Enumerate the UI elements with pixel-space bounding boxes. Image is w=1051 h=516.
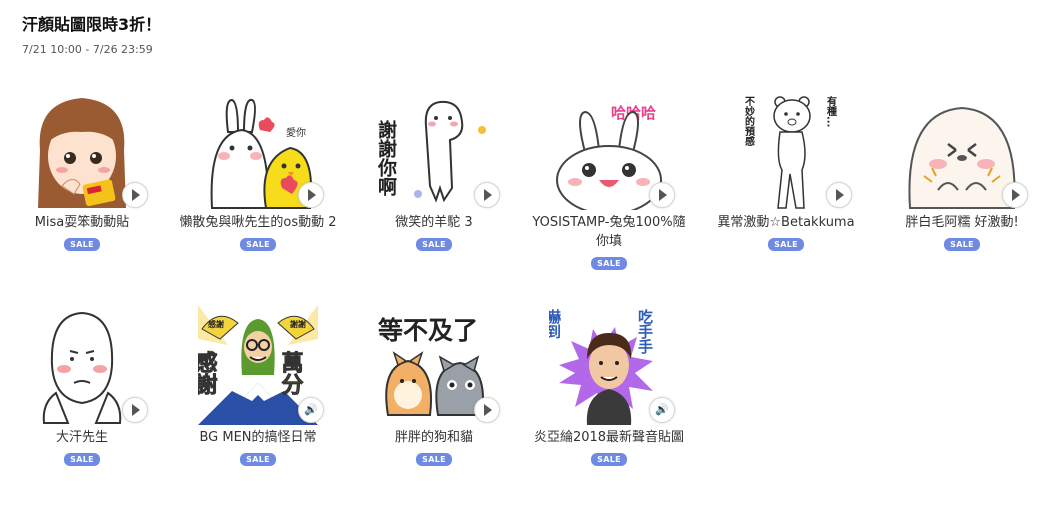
svg-text:謝謝你啊: 謝謝你啊 xyxy=(375,119,398,196)
sticker-name: 異常激動☆Betakkuma xyxy=(717,215,855,230)
svg-text:等不及了: 等不及了 xyxy=(378,316,478,345)
play-icon[interactable] xyxy=(474,182,500,208)
play-icon[interactable] xyxy=(298,182,324,208)
sale-badge: SALE xyxy=(768,238,804,251)
svg-text:謝謝: 謝謝 xyxy=(290,319,306,329)
sticker-grid: Misa耍笨動動貼 SALE 愛你 懶散兔與啾先生的os動動 2 SALE 謝謝… xyxy=(0,0,1051,516)
sale-badge: SALE xyxy=(64,238,100,251)
play-icon[interactable] xyxy=(474,397,500,423)
sound-icon[interactable]: 🔊 xyxy=(298,397,324,423)
play-icon[interactable] xyxy=(122,182,148,208)
svg-text:嚇到: 嚇到 xyxy=(549,308,562,339)
svg-text:萬分: 萬分 xyxy=(278,351,304,395)
sticker-item[interactable]: 不妙的預感 有種... 異常激動☆Betakkuma SALE xyxy=(701,90,871,251)
svg-text:有種...: 有種... xyxy=(825,95,837,128)
play-icon[interactable] xyxy=(122,397,148,423)
sticker-thumbnail[interactable]: 等不及了 xyxy=(374,305,500,425)
sticker-name: 微笑的羊駝 3 xyxy=(395,215,473,230)
sale-badge: SALE xyxy=(240,238,276,251)
sticker-thumbnail[interactable]: 愛你 xyxy=(198,90,324,210)
sale-badge: SALE xyxy=(591,453,627,466)
sticker-thumbnail[interactable]: 嚇到 吃手手 🔊 xyxy=(549,305,675,425)
sticker-item[interactable]: 大汗先生 SALE xyxy=(0,305,167,466)
sticker-name: 炎亞綸2018最新聲音貼圖 xyxy=(533,430,685,445)
sale-badge: SALE xyxy=(944,238,980,251)
sticker-item[interactable]: 胖白毛阿糯 好激動! SALE xyxy=(877,90,1047,251)
sticker-item[interactable]: Misa耍笨動動貼 SALE xyxy=(0,90,167,251)
sale-badge: SALE xyxy=(591,257,627,270)
sticker-thumbnail[interactable] xyxy=(22,305,148,425)
sale-badge: SALE xyxy=(416,453,452,466)
sticker-item[interactable]: 感謝 萬分 感謝 謝謝 🔊 BG MEN的搞怪日常 SALE xyxy=(173,305,343,466)
sticker-name: 懶散兔與啾先生的os動動 2 xyxy=(179,215,337,230)
svg-text:感謝: 感謝 xyxy=(208,319,224,329)
svg-text:感謝: 感謝 xyxy=(198,350,218,395)
sticker-thumbnail[interactable] xyxy=(22,90,148,210)
sticker-thumbnail[interactable] xyxy=(902,90,1028,210)
sale-badge: SALE xyxy=(240,453,276,466)
sound-icon[interactable]: 🔊 xyxy=(649,397,675,423)
sticker-thumbnail[interactable]: 謝謝你啊 xyxy=(374,90,500,210)
sticker-thumbnail[interactable]: 哈哈哈 xyxy=(549,90,675,210)
sticker-item[interactable]: 哈哈哈 YOSISTAMP-兔兔100%隨你填 SALE xyxy=(524,90,694,270)
sticker-thumbnail[interactable]: 不妙的預感 有種... xyxy=(726,90,852,210)
sticker-item[interactable]: 愛你 懶散兔與啾先生的os動動 2 SALE xyxy=(173,90,343,251)
play-icon[interactable] xyxy=(1002,182,1028,208)
svg-text:愛你: 愛你 xyxy=(286,126,306,139)
sale-badge: SALE xyxy=(64,453,100,466)
sticker-thumbnail[interactable]: 感謝 萬分 感謝 謝謝 🔊 xyxy=(198,305,324,425)
play-icon[interactable] xyxy=(649,182,675,208)
svg-text:吃手手: 吃手手 xyxy=(636,308,654,355)
sticker-name: YOSISTAMP-兔兔100%隨你填 xyxy=(532,215,686,249)
sale-badge: SALE xyxy=(416,238,452,251)
sticker-name: Misa耍笨動動貼 xyxy=(34,215,130,230)
sticker-item[interactable]: 嚇到 吃手手 🔊 炎亞綸2018最新聲音貼圖 SALE xyxy=(524,305,694,466)
sticker-name: 大汗先生 xyxy=(55,430,108,445)
sticker-item[interactable]: 謝謝你啊 微笑的羊駝 3 SALE xyxy=(349,90,519,251)
sticker-name: BG MEN的搞怪日常 xyxy=(199,430,317,445)
svg-text:不妙的預感: 不妙的預感 xyxy=(743,96,755,147)
sticker-name: 胖白毛阿糯 好激動! xyxy=(905,215,1019,230)
play-icon[interactable] xyxy=(826,182,852,208)
sticker-item[interactable]: 等不及了 胖胖的狗和貓 SALE xyxy=(349,305,519,466)
sticker-name: 胖胖的狗和貓 xyxy=(394,430,473,445)
